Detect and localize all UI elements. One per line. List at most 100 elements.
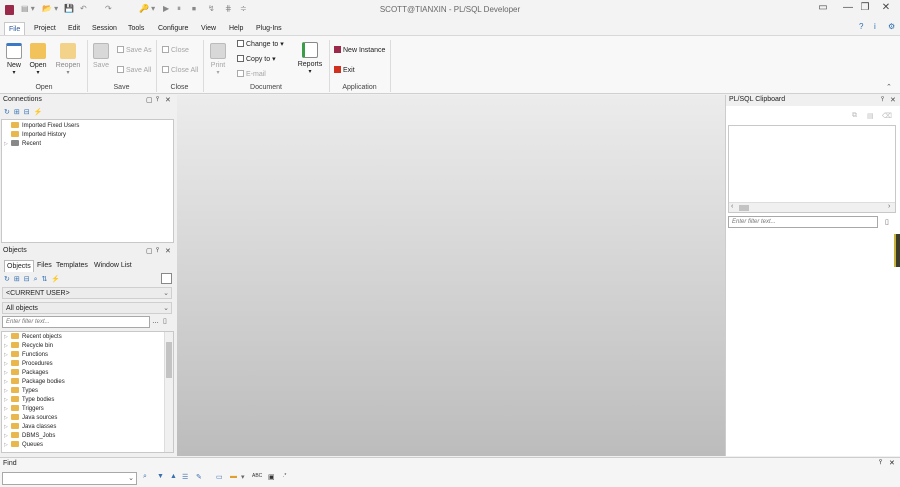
tab-objects[interactable]: Objects xyxy=(4,260,34,272)
pin-icon[interactable]: ⫯ xyxy=(881,96,884,104)
delete-icon[interactable]: ⌫ xyxy=(882,112,892,120)
tree-item[interactable]: ▷ Package bodies xyxy=(4,378,65,385)
tree-item[interactable]: ▷ Java sources xyxy=(4,414,57,421)
find-folder-icon[interactable]: ▬ xyxy=(230,473,237,480)
menu-file[interactable]: File xyxy=(4,22,26,36)
menu-help[interactable]: Help xyxy=(225,22,247,36)
tree-item[interactable]: ▷ DBMS_Jobs xyxy=(4,432,55,439)
menu-session[interactable]: Session xyxy=(88,22,121,36)
save-button[interactable]: Save xyxy=(90,43,112,69)
match-case-icon[interactable]: ABC xyxy=(252,473,262,479)
change-to-button[interactable]: Change to ▾ xyxy=(237,40,284,48)
email-button[interactable]: E-mail xyxy=(237,70,266,78)
scroll-right-icon[interactable]: › xyxy=(888,203,890,210)
regex-icon[interactable]: .* xyxy=(283,473,286,479)
menu-plugins[interactable]: Plug-Ins xyxy=(252,22,286,36)
objects-filter-input[interactable]: Enter filter text... xyxy=(2,316,150,328)
clear-filter-icon[interactable]: ▯ xyxy=(163,317,167,325)
tree-item[interactable]: Imported Fixed Users xyxy=(4,122,79,129)
paste-icon[interactable]: ▤ xyxy=(867,112,874,120)
tab-window-list[interactable]: Window List xyxy=(92,260,134,272)
clipboard-filter-input[interactable]: Enter filter text... xyxy=(728,216,878,228)
find-previous-icon[interactable]: ▲ xyxy=(170,473,177,480)
info-icon[interactable]: i xyxy=(874,22,876,31)
clear-filter-icon[interactable]: ▯ xyxy=(885,218,889,226)
menu-configure[interactable]: Configure xyxy=(154,22,192,36)
reports-button[interactable]: Reports ▾ xyxy=(296,42,324,75)
close-panel-icon[interactable]: ✕ xyxy=(890,96,896,104)
close-all-button[interactable]: Close All xyxy=(162,66,198,74)
find-next-icon[interactable]: ▼ xyxy=(157,473,164,480)
find-in-selection-icon[interactable]: ▭ xyxy=(216,473,223,481)
close-panel-icon[interactable]: ✕ xyxy=(165,96,171,104)
collapse-icon[interactable]: ⊟ xyxy=(24,109,34,116)
tree-item[interactable]: ▷ Recycle bin xyxy=(4,342,53,349)
new-button[interactable]: New ▾ xyxy=(4,43,24,76)
find-list-icon[interactable]: ☰ xyxy=(182,473,188,481)
reopen-button[interactable]: Reopen ▾ xyxy=(54,43,82,76)
more-icon[interactable]: … xyxy=(152,318,159,325)
float-icon[interactable]: ▢ xyxy=(146,96,153,104)
close-panel-icon[interactable]: ✕ xyxy=(889,459,895,467)
find-input[interactable]: ⌄ xyxy=(2,472,137,485)
tree-item[interactable]: ▷ Java classes xyxy=(4,423,56,430)
chevron-down-icon[interactable]: ▾ xyxy=(241,473,245,481)
copy-to-button[interactable]: Copy to ▾ xyxy=(237,55,276,63)
open-button[interactable]: Open ▾ xyxy=(28,43,48,76)
menu-edit[interactable]: Edit xyxy=(64,22,84,36)
scroll-left-icon[interactable]: ‹ xyxy=(731,203,733,210)
new-instance-button[interactable]: New Instance xyxy=(334,46,385,54)
tree-item[interactable]: ▷ Type bodies xyxy=(4,396,54,403)
refresh-icon[interactable]: ↻ xyxy=(4,276,14,283)
tree-item[interactable]: ▷ Queues xyxy=(4,441,43,448)
tree-item[interactable]: Imported History xyxy=(4,131,66,138)
expand-icon[interactable]: ⊞ xyxy=(14,109,24,116)
maximize-button[interactable]: ❐ xyxy=(855,2,875,18)
tree-item[interactable]: ▷ Packages xyxy=(4,369,48,376)
tree-item[interactable]: ▷ Procedures xyxy=(4,360,53,367)
find-binoculars-icon[interactable]: ⌕ xyxy=(143,473,147,481)
objects-scrollbar[interactable] xyxy=(164,332,173,452)
tree-item[interactable]: ▷ Recent objects xyxy=(4,333,62,340)
tree-item[interactable]: ▷ Recent xyxy=(4,140,41,147)
whole-word-icon[interactable]: ▣ xyxy=(268,473,275,481)
help-icon[interactable]: ? xyxy=(859,22,863,31)
close-panel-icon[interactable]: ✕ xyxy=(165,247,171,255)
settings-icon[interactable]: ⚙ xyxy=(888,22,895,31)
tree-item[interactable]: ▷ Triggers xyxy=(4,405,44,412)
connect-icon[interactable]: ⚡ xyxy=(51,276,64,283)
tree-item[interactable]: ▷ Functions xyxy=(4,351,48,358)
menu-view[interactable]: View xyxy=(197,22,220,36)
scope-select[interactable]: All objects ⌄ xyxy=(2,302,172,314)
tree-item[interactable]: ▷ Types xyxy=(4,387,38,394)
expand-icon[interactable]: ⊞ xyxy=(14,276,24,283)
pin-icon[interactable]: ⫯ xyxy=(879,459,882,467)
close-button[interactable]: ✕ xyxy=(876,2,896,18)
collapse-icon[interactable]: ⊟ xyxy=(24,276,34,283)
tab-templates[interactable]: Templates xyxy=(54,260,90,272)
copy-icon[interactable]: ⧉ xyxy=(852,112,857,120)
exit-button[interactable]: Exit xyxy=(334,66,355,74)
save-all-button[interactable]: Save All xyxy=(117,66,151,74)
find-icon[interactable]: ⌕ xyxy=(34,276,42,283)
horizontal-scrollbar[interactable]: ‹ › xyxy=(729,202,895,212)
tab-files[interactable]: Files xyxy=(35,260,54,272)
scrollbar-thumb[interactable] xyxy=(739,205,749,211)
user-select[interactable]: <CURRENT USER> ⌄ xyxy=(2,287,172,299)
pin-icon[interactable]: ⫯ xyxy=(156,247,159,255)
save-as-button[interactable]: Save As xyxy=(117,46,152,54)
collapse-ribbon-icon[interactable]: ⌃ xyxy=(886,83,892,91)
sort-icon[interactable]: ⇅ xyxy=(42,276,52,283)
refresh-icon[interactable]: ↻ xyxy=(4,109,14,116)
connect-icon[interactable]: ⚡ xyxy=(34,109,47,116)
close-doc-button[interactable]: Close xyxy=(162,46,189,54)
scrollbar-thumb[interactable] xyxy=(166,342,172,378)
menu-tools[interactable]: Tools xyxy=(124,22,148,36)
highlight-icon[interactable]: ✎ xyxy=(196,473,202,481)
ribbon-display-button[interactable]: ▭ xyxy=(813,2,833,18)
print-button[interactable]: Print ▾ xyxy=(207,43,229,76)
float-icon[interactable]: ▢ xyxy=(146,247,153,255)
pin-icon[interactable]: ⫯ xyxy=(156,96,159,104)
menu-project[interactable]: Project xyxy=(30,22,60,36)
side-tab[interactable] xyxy=(894,234,900,267)
